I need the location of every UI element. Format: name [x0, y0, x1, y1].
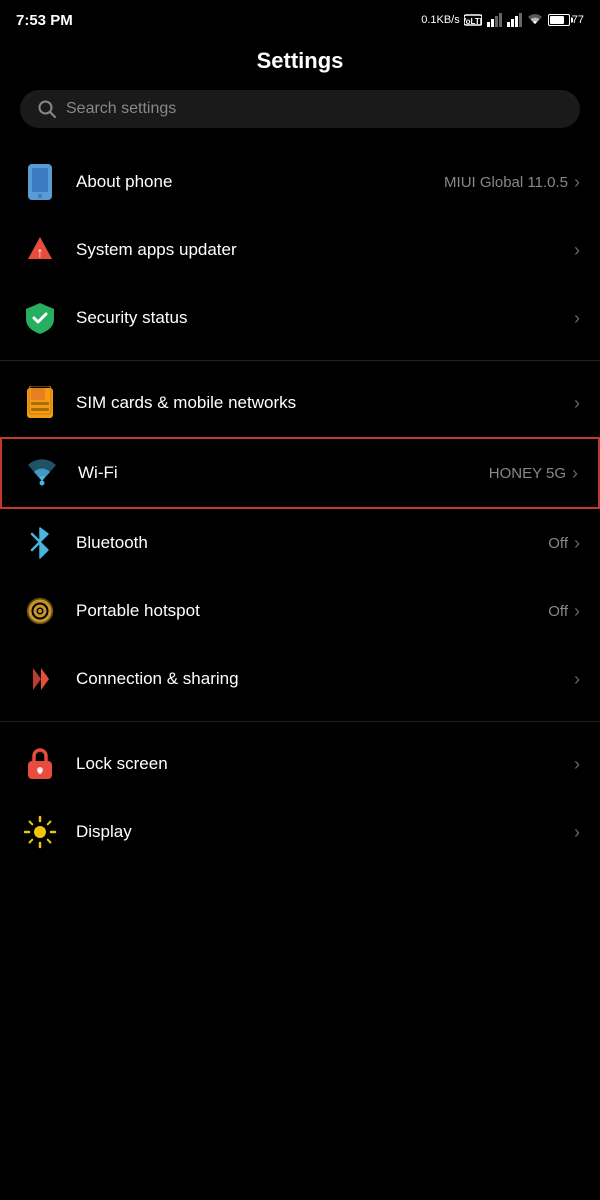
- shield-icon: [20, 298, 60, 338]
- wifi-item[interactable]: Wi-Fi HONEY 5G ›: [0, 437, 600, 509]
- sim-cards-label: SIM cards & mobile networks: [76, 393, 296, 413]
- system-apps-updater-label: System apps updater: [76, 240, 237, 260]
- connection-sharing-label: Connection & sharing: [76, 669, 239, 689]
- status-time: 7:53 PM: [16, 12, 73, 29]
- bluetooth-chevron: ›: [574, 533, 580, 554]
- divider-2: [0, 721, 600, 722]
- volte-icon: VoLTE: [464, 13, 482, 27]
- wifi-status-icon: [526, 13, 544, 27]
- lock-screen-chevron: ›: [574, 754, 580, 775]
- lock-screen-item[interactable]: Lock screen ›: [0, 730, 600, 798]
- security-status-item[interactable]: Security status ›: [0, 284, 600, 352]
- connection-icon: [20, 659, 60, 699]
- bluetooth-label: Bluetooth: [76, 533, 148, 553]
- battery-icon: [548, 14, 570, 26]
- network-speed: 0.1KB/s: [421, 14, 460, 26]
- hotspot-chevron: ›: [574, 601, 580, 622]
- settings-list: About phone MIUI Global 11.0.5 › ↑ Syste…: [0, 148, 600, 866]
- svg-text:↑: ↑: [37, 244, 44, 260]
- bluetooth-item[interactable]: Bluetooth Off ›: [0, 509, 600, 577]
- signal-icon-1: [486, 13, 502, 27]
- search-bar[interactable]: Search settings: [20, 90, 580, 128]
- about-phone-item[interactable]: About phone MIUI Global 11.0.5 ›: [0, 148, 600, 216]
- display-chevron: ›: [574, 822, 580, 843]
- bluetooth-value: Off: [548, 535, 568, 552]
- hotspot-icon: [20, 591, 60, 631]
- about-phone-value: MIUI Global 11.0.5: [444, 174, 568, 191]
- sim-cards-chevron: ›: [574, 393, 580, 414]
- signal-icon-2: [506, 13, 522, 27]
- display-label: Display: [76, 822, 132, 842]
- display-icon: [20, 812, 60, 852]
- about-phone-chevron: ›: [574, 172, 580, 193]
- security-status-chevron: ›: [574, 308, 580, 329]
- sim-cards-item[interactable]: SIM cards & mobile networks ›: [0, 369, 600, 437]
- system-apps-chevron: ›: [574, 240, 580, 261]
- search-placeholder: Search settings: [66, 100, 176, 118]
- svg-text:VoLTE: VoLTE: [464, 17, 482, 26]
- connection-sharing-chevron: ›: [574, 669, 580, 690]
- security-status-label: Security status: [76, 308, 188, 328]
- hotspot-value: Off: [548, 603, 568, 620]
- status-icons: 0.1KB/s VoLTE: [421, 13, 584, 27]
- wifi-label: Wi-Fi: [78, 463, 118, 483]
- about-phone-label: About phone: [76, 172, 172, 192]
- status-bar: 7:53 PM 0.1KB/s VoLTE: [0, 0, 600, 36]
- sim-icon: [20, 383, 60, 423]
- hotspot-item[interactable]: Portable hotspot Off ›: [0, 577, 600, 645]
- display-item[interactable]: Display ›: [0, 798, 600, 866]
- battery-percent: 77: [572, 14, 584, 26]
- wifi-value: HONEY 5G: [489, 465, 566, 482]
- page-title: Settings: [0, 36, 600, 90]
- divider-1: [0, 360, 600, 361]
- phone-icon: [20, 162, 60, 202]
- wifi-chevron: ›: [572, 463, 578, 484]
- update-icon: ↑: [20, 230, 60, 270]
- battery-indicator: 77: [548, 14, 584, 26]
- connection-sharing-item[interactable]: Connection & sharing ›: [0, 645, 600, 713]
- wifi-icon: [22, 453, 62, 493]
- search-icon: [38, 100, 56, 118]
- hotspot-label: Portable hotspot: [76, 601, 200, 621]
- bluetooth-icon: [20, 523, 60, 563]
- lock-screen-label: Lock screen: [76, 754, 168, 774]
- lock-icon: [20, 744, 60, 784]
- system-apps-updater-item[interactable]: ↑ System apps updater ›: [0, 216, 600, 284]
